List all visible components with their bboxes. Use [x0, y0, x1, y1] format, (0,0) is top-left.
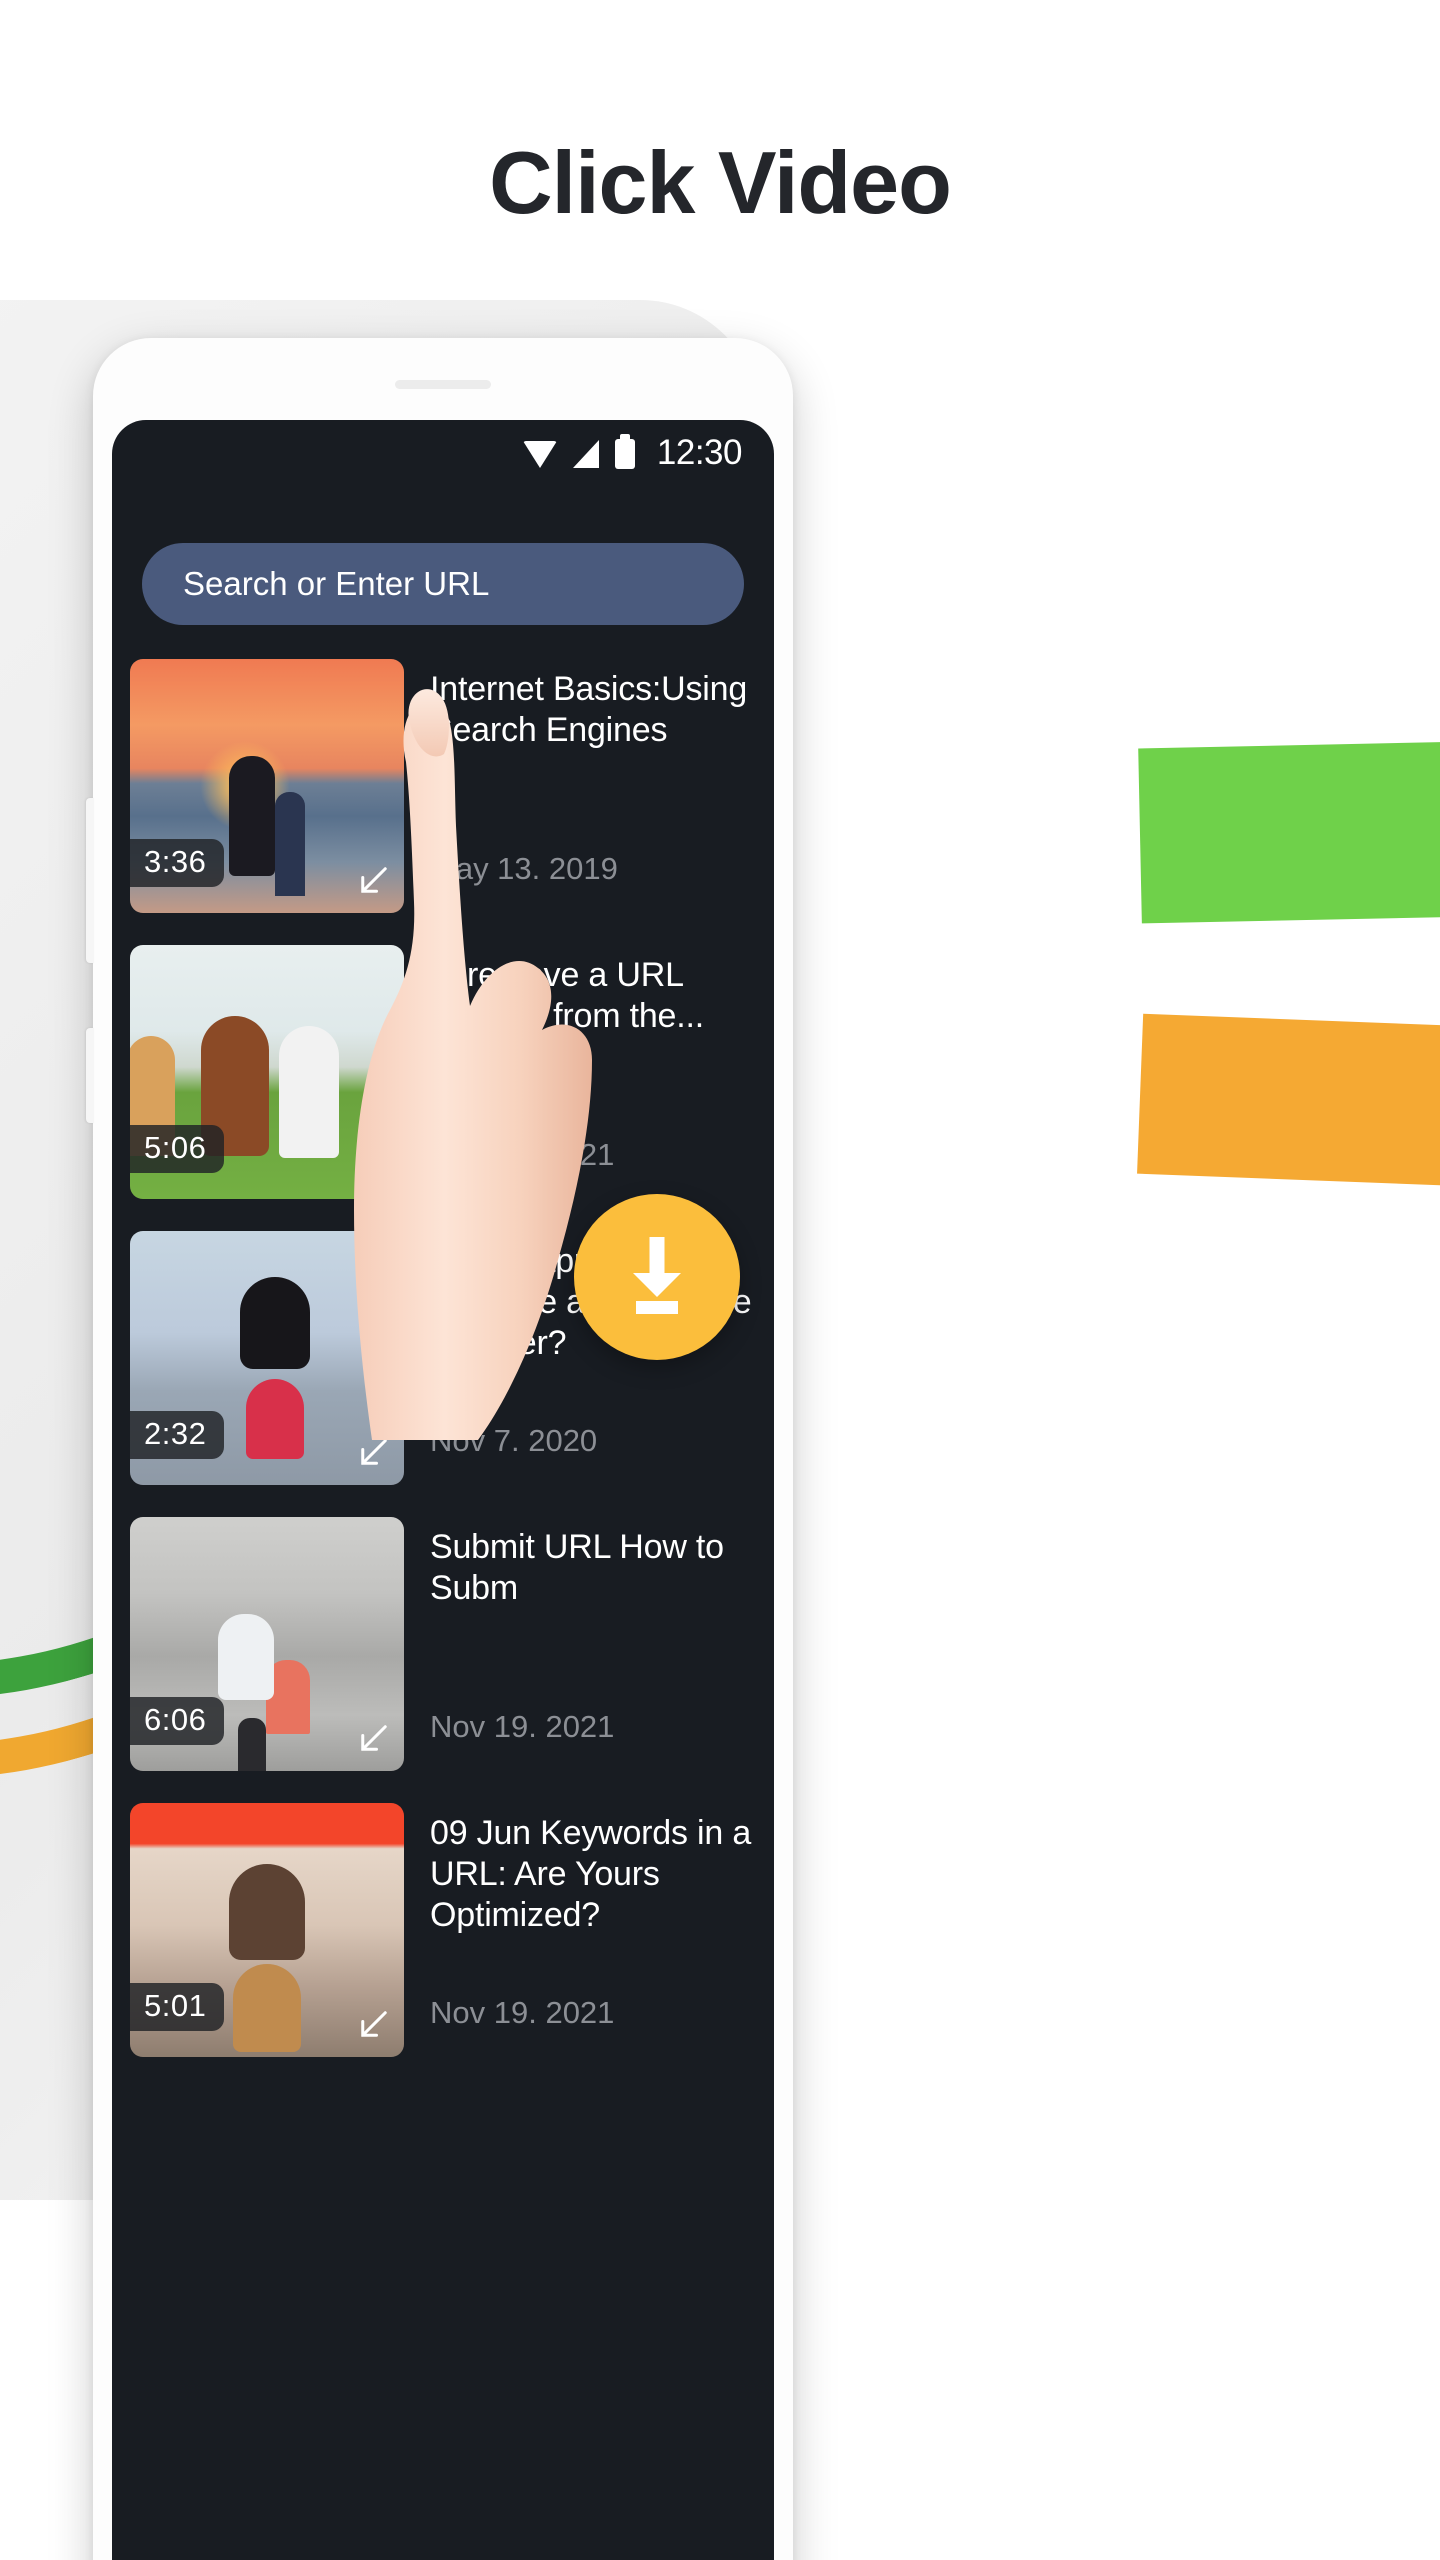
video-duration-badge: 5:01 [130, 1983, 225, 2031]
video-date: May 13. 2019 [430, 851, 618, 886]
video-list: 3:36 Internet Basics:Using Search Engine… [112, 647, 774, 2077]
expand-icon[interactable] [359, 1151, 389, 1181]
video-duration-badge: 5:06 [130, 1125, 225, 1173]
download-fab-button[interactable] [574, 1194, 740, 1360]
video-meta: t I remove a URL website from the... Nov… [430, 945, 756, 1199]
video-list-item[interactable]: 6:06 Submit URL How to Subm Nov 19. 2021 [130, 1505, 756, 1791]
signal-icon [572, 440, 599, 468]
video-list-item[interactable]: 5:01 09 Jun Keywords in a URL: Are Yours… [130, 1791, 756, 2077]
phone-screen: 12:30 3:36 Internet Basics:Using Search … [112, 420, 774, 2560]
battery-icon [614, 439, 635, 469]
video-date: Nov 19. 2021 [430, 1137, 615, 1172]
video-title[interactable]: Internet Basics:Using Search Engines [430, 659, 756, 751]
download-icon [633, 1237, 681, 1314]
video-thumbnail[interactable]: 2:32 [130, 1231, 404, 1485]
video-duration-badge: 2:32 [130, 1411, 225, 1459]
expand-icon[interactable] [359, 2009, 389, 2039]
search-input[interactable] [183, 565, 703, 603]
expand-icon[interactable] [359, 1723, 389, 1753]
phone-power-button [86, 1028, 94, 1123]
phone-mockup: 12:30 3:36 Internet Basics:Using Search … [86, 338, 793, 2560]
video-title[interactable]: 09 Jun Keywords in a URL: Are Yours Opti… [430, 1803, 756, 1936]
video-duration-badge: 6:06 [130, 1697, 225, 1745]
decorative-orange-block [1137, 1013, 1440, 1187]
page-title: Click Video [489, 133, 952, 232]
decorative-green-block [1138, 741, 1440, 924]
video-meta: Submit URL How to Subm Nov 19. 2021 [430, 1517, 756, 1771]
status-bar: 12:30 [112, 420, 774, 486]
video-title[interactable]: Submit URL How to Subm [430, 1517, 756, 1609]
video-thumbnail[interactable]: 6:06 [130, 1517, 404, 1771]
expand-icon[interactable] [359, 865, 389, 895]
video-date: Nov 19. 2021 [430, 1995, 615, 2030]
video-meta: Internet Basics:Using Search Engines May… [430, 659, 756, 913]
video-thumbnail[interactable]: 3:36 [130, 659, 404, 913]
video-meta: 09 Jun Keywords in a URL: Are Yours Opti… [430, 1803, 756, 2057]
phone-speaker-grille [395, 380, 491, 389]
status-bar-clock: 12:30 [656, 433, 743, 472]
search-bar[interactable] [142, 543, 744, 625]
video-list-item[interactable]: 5:06 t I remove a URL website from the..… [130, 933, 756, 1219]
wifi-icon [522, 440, 557, 468]
video-thumbnail[interactable]: 5:01 [130, 1803, 404, 2057]
video-date: Nov 19. 2021 [430, 1709, 615, 1744]
phone-volume-button [86, 798, 94, 963]
video-duration-badge: 3:36 [130, 839, 225, 887]
video-list-item[interactable]: 3:36 Internet Basics:Using Search Engine… [130, 647, 756, 933]
video-title[interactable]: t I remove a URL website from the... [430, 945, 756, 1037]
expand-icon[interactable] [359, 1437, 389, 1467]
video-thumbnail[interactable]: 5:06 [130, 945, 404, 1199]
video-date: Nov 7. 2020 [430, 1423, 598, 1458]
